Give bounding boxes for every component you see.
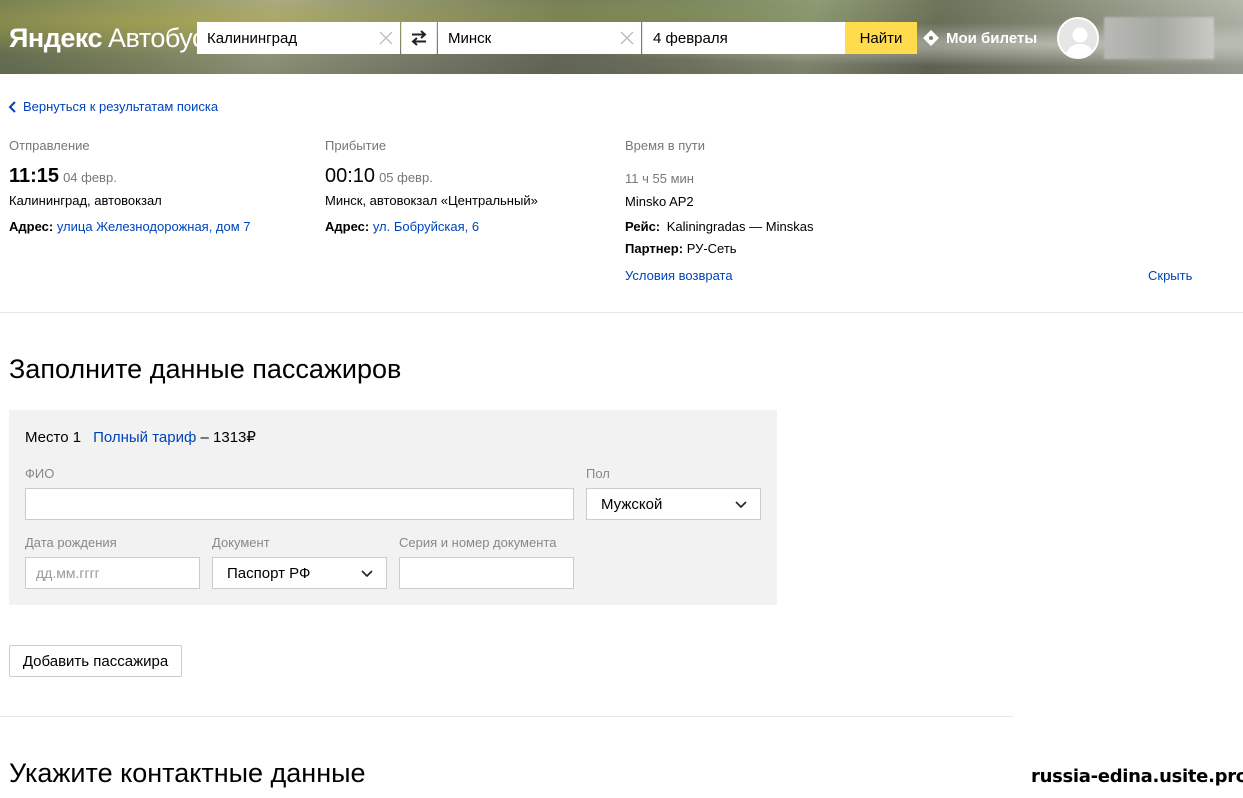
gender-label: Пол [586, 466, 610, 481]
birth-date-input[interactable] [25, 557, 200, 589]
logo[interactable]: Яндекс Автобусы [9, 22, 224, 54]
from-field[interactable] [197, 22, 400, 54]
fio-label: ФИО [25, 466, 55, 481]
chevron-down-icon [735, 501, 747, 509]
avatar[interactable] [1057, 17, 1099, 59]
hide-details-link[interactable]: Скрыть [1148, 268, 1192, 283]
document-number-input[interactable] [399, 557, 574, 589]
user-name-redacted [1104, 17, 1214, 59]
header-bar: ЯндексАвтобусы Найти Мои билеты [0, 0, 1243, 74]
clear-from-icon[interactable] [378, 30, 394, 46]
departure-station: Калининград, автовокзал [9, 193, 162, 208]
my-tickets-link[interactable]: Мои билеты [922, 22, 1037, 54]
arrival-address-key: Адрес: [325, 219, 370, 234]
ticket-icon [923, 30, 939, 46]
from-input[interactable] [197, 22, 400, 54]
refund-conditions-link[interactable]: Условия возврата [625, 268, 733, 283]
find-button[interactable]: Найти [845, 22, 917, 54]
arrival-date: 05 февр. [379, 170, 433, 185]
logo-brand: Яндекс [9, 23, 103, 53]
departure-address-link[interactable]: улица Железнодорожная, дом 7 [57, 219, 251, 234]
chevron-left-icon [8, 100, 16, 113]
swap-direction-button[interactable] [401, 22, 437, 54]
arrival-time: 00:10 [325, 165, 376, 187]
chevron-down-icon [361, 570, 373, 578]
gender-select[interactable]: Мужской [586, 488, 761, 520]
departure-address: Адрес: улица Железнодорожная, дом 7 [9, 219, 251, 234]
passenger-card: Место 1 Полный тариф – 1313₽ ФИО Пол Мужс… [9, 410, 777, 605]
date-input[interactable] [643, 22, 845, 54]
watermark: russia-edina.usite.pro [1031, 766, 1243, 787]
date-field[interactable] [642, 22, 845, 54]
add-passenger-button[interactable]: Добавить пассажира [9, 645, 182, 677]
user-silhouette-icon [1059, 19, 1097, 57]
departure-address-key: Адрес: [9, 219, 54, 234]
partner-key: Партнер: [625, 241, 684, 256]
document-label: Документ [212, 535, 270, 550]
arrival-time-block: 00:10 05 февр. [325, 165, 433, 188]
clear-to-icon[interactable] [619, 30, 635, 46]
to-input[interactable] [438, 22, 641, 54]
passengers-title: Заполните данные пассажиров [9, 354, 402, 384]
carrier-name: Minsko AP2 [625, 194, 694, 209]
contacts-title: Укажите контактные данные [9, 758, 366, 788]
my-tickets-label: Мои билеты [946, 29, 1038, 47]
departure-time-block: 11:15 04 февр. [9, 165, 117, 188]
fio-input[interactable] [25, 488, 574, 520]
document-select[interactable]: Паспорт РФ [212, 557, 387, 589]
document-value: Паспорт РФ [227, 564, 311, 582]
travel-duration: 11 ч 55 мин [625, 171, 694, 186]
arrival-address: Адрес: ул. Бобруйская, 6 [325, 219, 479, 234]
ticket-price: – 1313₽ [196, 429, 256, 446]
partner-info: Партнер: РУ-Сеть [625, 241, 737, 256]
departure-date: 04 февр. [63, 170, 117, 185]
gender-value: Мужской [601, 495, 663, 513]
arrival-label: Прибытие [325, 138, 387, 153]
swap-arrows-icon [411, 30, 427, 46]
partner-value: РУ-Сеть [686, 241, 737, 256]
birth-date-label: Дата рождения [25, 535, 117, 550]
route-value: Kaliningradas — Minskas [666, 219, 814, 234]
section-divider [0, 716, 1013, 717]
back-link-label: Вернуться к результатам поиска [23, 99, 219, 114]
route-info: Рейс: Kaliningradas — Minskas [625, 219, 813, 234]
back-to-results-link[interactable]: Вернуться к результатам поиска [8, 99, 218, 114]
arrival-address-link[interactable]: ул. Бобруйская, 6 [373, 219, 479, 234]
document-number-label: Серия и номер документа [399, 535, 557, 550]
seat-line: Место 1 Полный тариф – 1313₽ [25, 428, 256, 446]
departure-time: 11:15 [9, 165, 60, 187]
route-key: Рейс: [625, 219, 661, 234]
tariff-link[interactable]: Полный тариф [93, 429, 196, 446]
seat-label: Место 1 [25, 429, 82, 446]
section-divider [0, 312, 1243, 313]
to-field[interactable] [438, 22, 641, 54]
arrival-station: Минск, автовокзал «Центральный» [325, 193, 538, 208]
departure-label: Отправление [9, 138, 90, 153]
travel-time-label: Время в пути [625, 138, 705, 153]
